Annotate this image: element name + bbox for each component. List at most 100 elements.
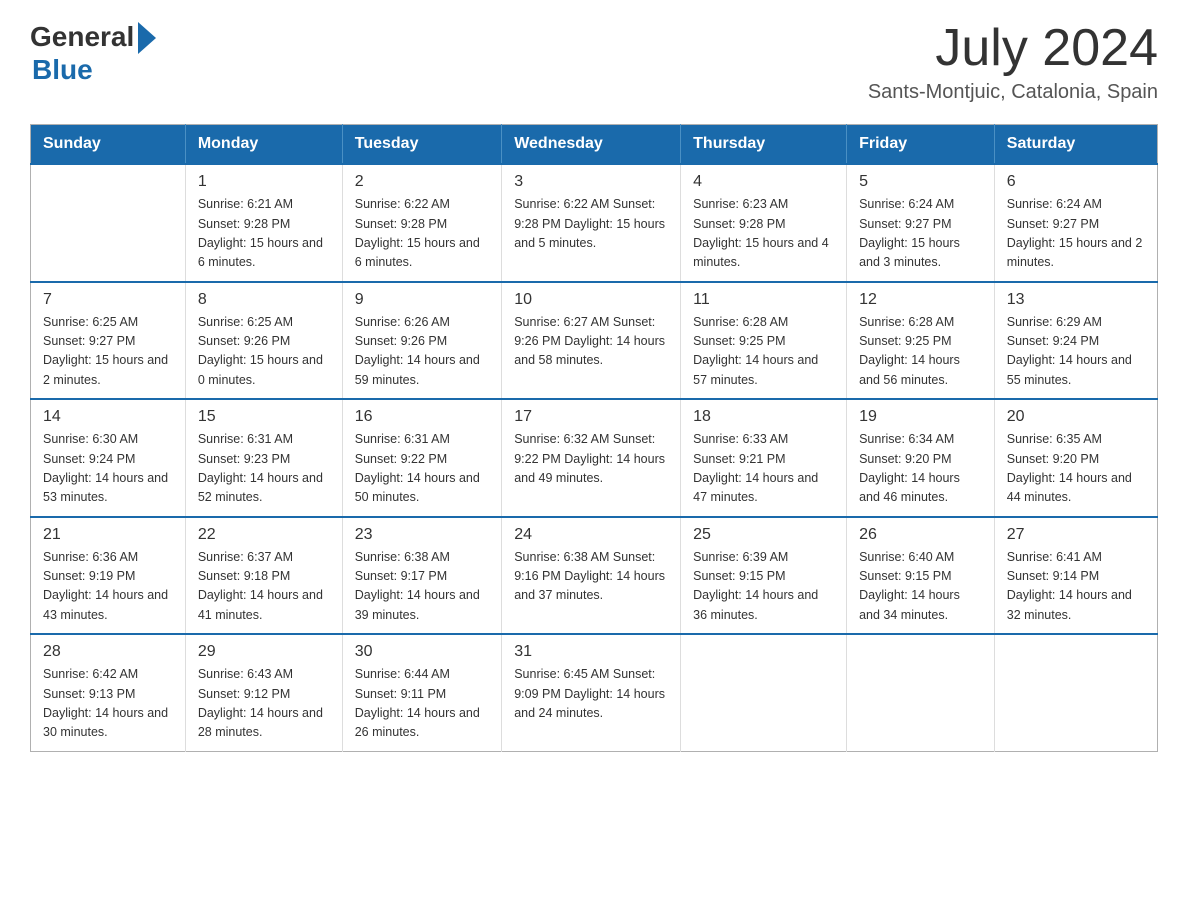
day-info: Sunrise: 6:24 AM Sunset: 9:27 PM Dayligh…	[859, 195, 982, 273]
calendar-cell: 30 Sunrise: 6:44 AM Sunset: 9:11 PM Dayli…	[342, 634, 501, 751]
day-info: Sunrise: 6:25 AM Sunset: 9:27 PM Dayligh…	[43, 313, 173, 391]
calendar-cell: 13Sunrise: 6:29 AM Sunset: 9:24 PM Dayli…	[994, 282, 1157, 400]
calendar-week-row: 14 Sunrise: 6:30 AM Sunset: 9:24 PM Dayli…	[31, 399, 1158, 517]
day-info: Sunrise: 6:29 AM Sunset: 9:24 PM Dayligh…	[1007, 313, 1145, 391]
day-info: Sunrise: 6:28 AM Sunset: 9:25 PM Dayligh…	[693, 313, 834, 391]
day-number: 16	[355, 408, 489, 426]
calendar-cell: 9Sunrise: 6:26 AM Sunset: 9:26 PM Daylig…	[342, 282, 501, 400]
calendar-cell: 27 Sunrise: 6:41 AM Sunset: 9:14 PM Dayli…	[994, 517, 1157, 635]
day-info: Sunrise: 6:33 AM Sunset: 9:21 PM Dayligh…	[693, 430, 834, 508]
calendar-cell	[847, 634, 995, 751]
calendar-week-row: 7 Sunrise: 6:25 AM Sunset: 9:27 PM Daylig…	[31, 282, 1158, 400]
day-info: Sunrise: 6:36 AM Sunset: 9:19 PM Dayligh…	[43, 548, 173, 626]
day-number: 2	[355, 173, 489, 191]
day-info: Sunrise: 6:26 AM Sunset: 9:26 PM Dayligh…	[355, 313, 489, 391]
calendar-cell	[681, 634, 847, 751]
calendar-cell: 3 Sunrise: 6:22 AM Sunset: 9:28 PM Daylig…	[502, 164, 681, 282]
logo-general-text: General	[30, 21, 134, 53]
calendar-cell: 4 Sunrise: 6:23 AM Sunset: 9:28 PM Daylig…	[681, 164, 847, 282]
day-info: Sunrise: 6:41 AM Sunset: 9:14 PM Dayligh…	[1007, 548, 1145, 626]
calendar-cell	[31, 164, 186, 282]
calendar-cell: 5 Sunrise: 6:24 AM Sunset: 9:27 PM Daylig…	[847, 164, 995, 282]
day-number: 5	[859, 173, 982, 191]
day-info: Sunrise: 6:24 AM Sunset: 9:27 PM Dayligh…	[1007, 195, 1145, 273]
logo-blue-text: Blue	[32, 54, 93, 86]
calendar-cell: 28 Sunrise: 6:42 AM Sunset: 9:13 PM Dayli…	[31, 634, 186, 751]
calendar-cell: 22 Sunrise: 6:37 AM Sunset: 9:18 PM Dayli…	[185, 517, 342, 635]
calendar-cell: 16 Sunrise: 6:31 AM Sunset: 9:22 PM Dayli…	[342, 399, 501, 517]
day-number: 18	[693, 408, 834, 426]
day-info: Sunrise: 6:31 AM Sunset: 9:22 PM Dayligh…	[355, 430, 489, 508]
day-number: 8	[198, 291, 330, 309]
calendar-cell: 11 Sunrise: 6:28 AM Sunset: 9:25 PM Dayli…	[681, 282, 847, 400]
day-number: 7	[43, 291, 173, 309]
calendar-cell: 2Sunrise: 6:22 AM Sunset: 9:28 PM Daylig…	[342, 164, 501, 282]
day-number: 3	[514, 173, 668, 191]
calendar-cell: 21 Sunrise: 6:36 AM Sunset: 9:19 PM Dayli…	[31, 517, 186, 635]
day-info: Sunrise: 6:42 AM Sunset: 9:13 PM Dayligh…	[43, 665, 173, 743]
calendar-week-row: 21 Sunrise: 6:36 AM Sunset: 9:19 PM Dayli…	[31, 517, 1158, 635]
calendar-cell: 23 Sunrise: 6:38 AM Sunset: 9:17 PM Dayli…	[342, 517, 501, 635]
day-number: 1	[198, 173, 330, 191]
calendar-cell	[994, 634, 1157, 751]
column-header-monday: Monday	[185, 125, 342, 165]
day-number: 14	[43, 408, 173, 426]
calendar-cell: 7 Sunrise: 6:25 AM Sunset: 9:27 PM Daylig…	[31, 282, 186, 400]
calendar-week-row: 1Sunrise: 6:21 AM Sunset: 9:28 PM Daylig…	[31, 164, 1158, 282]
day-number: 22	[198, 526, 330, 544]
day-number: 12	[859, 291, 982, 309]
calendar-table: SundayMondayTuesdayWednesdayThursdayFrid…	[30, 124, 1158, 752]
day-number: 28	[43, 643, 173, 661]
calendar-cell: 17Sunrise: 6:32 AM Sunset: 9:22 PM Dayli…	[502, 399, 681, 517]
day-number: 31	[514, 643, 668, 661]
day-number: 15	[198, 408, 330, 426]
calendar-header-row: SundayMondayTuesdayWednesdayThursdayFrid…	[31, 125, 1158, 165]
calendar-cell: 19Sunrise: 6:34 AM Sunset: 9:20 PM Dayli…	[847, 399, 995, 517]
day-info: Sunrise: 6:23 AM Sunset: 9:28 PM Dayligh…	[693, 195, 834, 273]
calendar-cell: 10Sunrise: 6:27 AM Sunset: 9:26 PM Dayli…	[502, 282, 681, 400]
day-info: Sunrise: 6:32 AM Sunset: 9:22 PM Dayligh…	[514, 430, 668, 488]
day-number: 10	[514, 291, 668, 309]
logo: General Blue	[30, 20, 156, 86]
calendar-week-row: 28 Sunrise: 6:42 AM Sunset: 9:13 PM Dayli…	[31, 634, 1158, 751]
calendar-cell: 20Sunrise: 6:35 AM Sunset: 9:20 PM Dayli…	[994, 399, 1157, 517]
calendar-cell: 14 Sunrise: 6:30 AM Sunset: 9:24 PM Dayli…	[31, 399, 186, 517]
calendar-cell: 25 Sunrise: 6:39 AM Sunset: 9:15 PM Dayli…	[681, 517, 847, 635]
calendar-cell: 26Sunrise: 6:40 AM Sunset: 9:15 PM Dayli…	[847, 517, 995, 635]
day-info: Sunrise: 6:39 AM Sunset: 9:15 PM Dayligh…	[693, 548, 834, 626]
calendar-cell: 8 Sunrise: 6:25 AM Sunset: 9:26 PM Daylig…	[185, 282, 342, 400]
day-number: 4	[693, 173, 834, 191]
day-info: Sunrise: 6:28 AM Sunset: 9:25 PM Dayligh…	[859, 313, 982, 391]
column-header-tuesday: Tuesday	[342, 125, 501, 165]
day-number: 30	[355, 643, 489, 661]
day-number: 11	[693, 291, 834, 309]
day-number: 24	[514, 526, 668, 544]
day-info: Sunrise: 6:25 AM Sunset: 9:26 PM Dayligh…	[198, 313, 330, 391]
day-info: Sunrise: 6:31 AM Sunset: 9:23 PM Dayligh…	[198, 430, 330, 508]
day-number: 23	[355, 526, 489, 544]
day-info: Sunrise: 6:30 AM Sunset: 9:24 PM Dayligh…	[43, 430, 173, 508]
column-header-saturday: Saturday	[994, 125, 1157, 165]
calendar-cell: 29Sunrise: 6:43 AM Sunset: 9:12 PM Dayli…	[185, 634, 342, 751]
day-number: 27	[1007, 526, 1145, 544]
day-info: Sunrise: 6:35 AM Sunset: 9:20 PM Dayligh…	[1007, 430, 1145, 508]
day-info: Sunrise: 6:22 AM Sunset: 9:28 PM Dayligh…	[514, 195, 668, 253]
calendar-cell: 1Sunrise: 6:21 AM Sunset: 9:28 PM Daylig…	[185, 164, 342, 282]
day-info: Sunrise: 6:43 AM Sunset: 9:12 PM Dayligh…	[198, 665, 330, 743]
location-subtitle: Sants-Montjuic, Catalonia, Spain	[868, 81, 1158, 104]
day-number: 21	[43, 526, 173, 544]
calendar-cell: 24Sunrise: 6:38 AM Sunset: 9:16 PM Dayli…	[502, 517, 681, 635]
calendar-cell: 6 Sunrise: 6:24 AM Sunset: 9:27 PM Daylig…	[994, 164, 1157, 282]
day-info: Sunrise: 6:45 AM Sunset: 9:09 PM Dayligh…	[514, 665, 668, 723]
day-number: 19	[859, 408, 982, 426]
column-header-wednesday: Wednesday	[502, 125, 681, 165]
column-header-friday: Friday	[847, 125, 995, 165]
day-info: Sunrise: 6:37 AM Sunset: 9:18 PM Dayligh…	[198, 548, 330, 626]
day-info: Sunrise: 6:38 AM Sunset: 9:17 PM Dayligh…	[355, 548, 489, 626]
column-header-thursday: Thursday	[681, 125, 847, 165]
day-number: 6	[1007, 173, 1145, 191]
day-info: Sunrise: 6:44 AM Sunset: 9:11 PM Dayligh…	[355, 665, 489, 743]
column-header-sunday: Sunday	[31, 125, 186, 165]
calendar-cell: 12 Sunrise: 6:28 AM Sunset: 9:25 PM Dayli…	[847, 282, 995, 400]
day-number: 25	[693, 526, 834, 544]
